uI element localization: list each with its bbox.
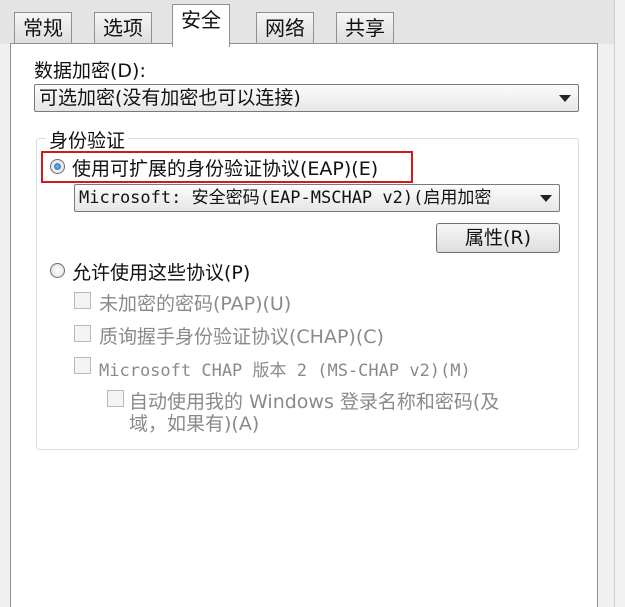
tab-general-label: 常规 — [23, 16, 63, 40]
tab-options[interactable]: 选项 — [94, 12, 152, 45]
tab-options-label: 选项 — [103, 16, 143, 40]
chap-label: 质询握手身份验证协议(CHAP)(C) — [99, 326, 384, 348]
tab-sharing[interactable]: 共享 — [336, 12, 394, 45]
mschap-v2-checkbox[interactable] — [74, 357, 91, 374]
chevron-down-icon — [540, 195, 552, 202]
auto-windows-logon-checkbox[interactable] — [107, 390, 124, 407]
tab-security[interactable]: 安全 — [172, 4, 230, 47]
tab-sharing-label: 共享 — [345, 16, 385, 40]
auto-windows-logon-label-line2: 域，如果有)(A) — [129, 413, 260, 435]
tab-networking[interactable]: 网络 — [256, 12, 314, 45]
pap-checkbox[interactable] — [74, 292, 91, 309]
chevron-down-icon — [559, 95, 571, 102]
auth-group-label: 身份验证 — [46, 126, 129, 153]
eap-method-select[interactable]: Microsoft: 安全密码(EAP-MSCHAP v2)(启用加密 — [74, 184, 560, 212]
pap-label: 未加密的密码(PAP)(U) — [99, 293, 292, 315]
encryption-label: 数据加密(D): — [34, 60, 146, 82]
chap-checkbox[interactable] — [74, 325, 91, 342]
tab-general[interactable]: 常规 — [14, 12, 72, 45]
window-edge — [614, 0, 625, 607]
allow-protocols-label[interactable]: 允许使用这些协议(P) — [72, 258, 250, 285]
properties-button[interactable]: 属性(R) — [436, 223, 560, 253]
properties-button-label: 属性(R) — [464, 227, 532, 249]
encryption-select-value: 可选加密(没有加密也可以连接) — [39, 87, 301, 109]
tab-networking-label: 网络 — [265, 16, 305, 40]
encryption-select[interactable]: 可选加密(没有加密也可以连接) — [34, 84, 579, 112]
eap-radio[interactable] — [50, 159, 65, 174]
allow-protocols-radio[interactable] — [50, 263, 65, 278]
tab-security-label: 安全 — [181, 8, 221, 32]
eap-method-value: Microsoft: 安全密码(EAP-MSCHAP v2)(启用加密 — [79, 188, 492, 208]
mschap-v2-label: Microsoft CHAP 版本 2 (MS-CHAP v2)(M) — [99, 361, 471, 381]
eap-radio-label[interactable]: 使用可扩展的身份验证协议(EAP)(E) — [72, 154, 378, 181]
